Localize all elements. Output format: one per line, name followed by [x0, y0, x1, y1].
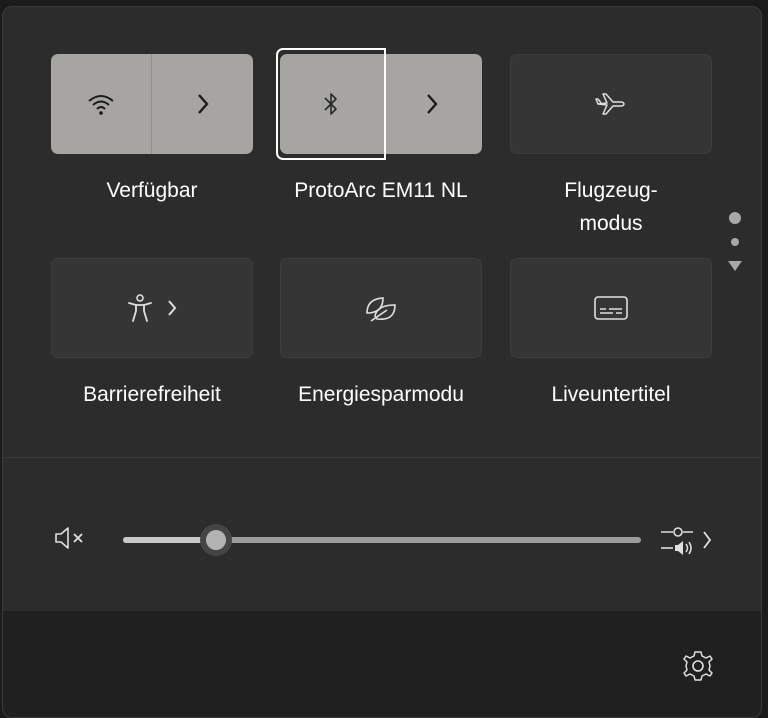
volume-slider-thumb[interactable] [200, 524, 233, 556]
mute-toggle-button[interactable] [53, 525, 89, 551]
bluetooth-icon [321, 90, 341, 118]
wifi-tile [51, 54, 253, 154]
footer-bar [3, 611, 761, 717]
wifi-toggle-button[interactable] [51, 54, 152, 154]
accessibility-label: Barrierefreiheit [83, 383, 221, 406]
captions-icon [593, 295, 629, 321]
airplane-icon [594, 90, 628, 118]
bluetooth-expand-button[interactable] [381, 54, 482, 154]
gear-icon [681, 649, 715, 683]
chevron-right-icon [425, 93, 439, 115]
bluetooth-label: ProtoArc EM11 NL [294, 179, 468, 202]
audio-output-icon [659, 523, 695, 557]
accessibility-icon [126, 293, 154, 323]
audio-output-button[interactable] [659, 523, 713, 557]
airplane-mode-tile[interactable] [510, 54, 712, 154]
leaf-icon [363, 293, 399, 323]
live-captions-label: Liveuntertitel [551, 383, 671, 406]
page-dot[interactable] [731, 238, 739, 246]
energy-saver-tile[interactable] [280, 258, 482, 358]
chevron-right-icon [166, 299, 178, 317]
next-page-arrow-icon[interactable] [727, 260, 743, 272]
bluetooth-tile [276, 48, 482, 160]
settings-button[interactable] [681, 649, 715, 683]
energy-saver-label: Energiesparmodu [298, 383, 464, 406]
page-dot-active[interactable] [729, 212, 741, 224]
chevron-right-icon [701, 530, 713, 550]
wifi-expand-button[interactable] [152, 54, 253, 154]
accessibility-tile[interactable] [51, 258, 253, 358]
bluetooth-toggle-button[interactable] [276, 48, 386, 160]
divider [3, 457, 761, 458]
quick-settings-panel: Verfügbar ProtoArc EM11 NL Flugzeug- mod… [2, 6, 762, 718]
speaker-muted-icon [53, 525, 89, 551]
airplane-mode-label: Flugzeug- modus [564, 179, 658, 235]
wifi-label: Verfügbar [106, 179, 198, 202]
chevron-right-icon [196, 93, 210, 115]
wifi-icon [86, 92, 116, 116]
live-captions-tile[interactable] [510, 258, 712, 358]
page-indicator [727, 212, 743, 272]
volume-slider[interactable] [123, 524, 641, 556]
